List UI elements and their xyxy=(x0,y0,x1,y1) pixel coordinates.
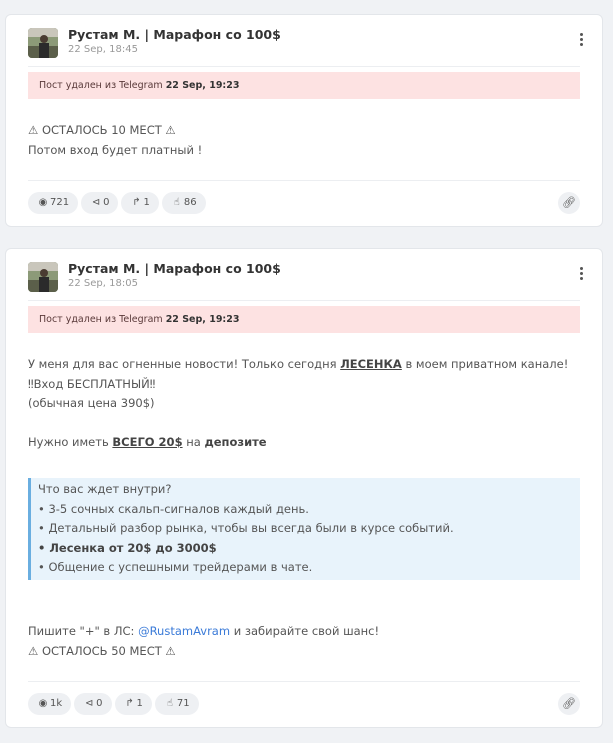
post-footer-text: Пишите "+" в ЛС: @RustamAvram и забирайт… xyxy=(28,622,582,661)
views-counter: ◉ 1k xyxy=(28,693,72,715)
text-fragment: У меня для вас огненные новости! Только … xyxy=(28,357,341,371)
forward-icon: ↱ xyxy=(132,197,141,208)
deleted-date: 22 Sep, 19:23 xyxy=(165,314,240,325)
text-fragment: на xyxy=(182,435,205,449)
divider xyxy=(28,180,580,181)
divider xyxy=(28,681,580,682)
emphasis-text: ЛЕСЕНКА xyxy=(340,357,402,371)
likes-counter: ☝ 86 xyxy=(161,192,206,214)
views-count: 1k xyxy=(50,698,63,709)
divider xyxy=(28,300,580,301)
text-fragment: в моем приватном канале! xyxy=(401,357,569,371)
post-stats: ◉ 1k ⊲ 0 ↱ 1 ☝ 71 xyxy=(28,693,202,715)
forwards-count: 1 xyxy=(136,698,143,709)
deleted-date: 22 Sep, 19:23 xyxy=(165,80,240,91)
quote-item: • Лесенка от 20$ до 3000$ xyxy=(38,540,217,555)
avatar[interactable] xyxy=(28,262,58,292)
eye-icon: ◉ xyxy=(38,197,48,208)
post-body: У меня для вас огненные новости! Только … xyxy=(28,355,582,453)
views-counter: ◉ 721 xyxy=(28,192,79,214)
thumbs-up-icon: ☝ xyxy=(166,698,173,709)
link-icon[interactable]: 🔗︎ xyxy=(558,192,580,214)
forward-icon: ↱ xyxy=(125,698,134,709)
post-header: Рустам М. | Марафон со 100$ 22 Sep, 18:0… xyxy=(28,261,588,292)
forwards-counter: ↱ 1 xyxy=(114,693,152,715)
post-time: 22 Sep, 18:45 xyxy=(68,44,138,55)
views-count: 721 xyxy=(50,197,70,208)
post-line: Пишите "+" в ЛС: @RustamAvram и забирайт… xyxy=(28,622,582,642)
shares-counter: ⊲ 0 xyxy=(81,192,119,214)
quote-item: • Детальный разбор рынка, чтобы вы всегд… xyxy=(38,521,454,535)
likes-counter: ☝ 71 xyxy=(154,693,199,715)
post-stats: ◉ 721 ⊲ 0 ↱ 1 ☝ 86 xyxy=(28,192,209,214)
blockquote: Что вас ждет внутри? • 3-5 сочных скальп… xyxy=(28,478,580,580)
quote-item: • Общение с успешными трейдерами в чате. xyxy=(38,560,313,574)
post-line: ‼Вход БЕСПЛАТНЫЙ‼ xyxy=(28,376,156,391)
post-line: Нужно иметь ВСЕГО 20$ на депозите xyxy=(28,433,582,453)
emphasis-text: ВСЕГО 20$ xyxy=(112,435,183,449)
bold-text: депозите xyxy=(204,435,267,449)
quote-title: Что вас ждет внутри? xyxy=(38,482,172,496)
post-line: (обычная цена 390$) xyxy=(28,396,155,410)
avatar[interactable] xyxy=(28,28,58,58)
shares-count: 0 xyxy=(103,197,110,208)
text-fragment: и забирайте свой шанс! xyxy=(230,624,380,638)
mention-link[interactable]: @RustamAvram xyxy=(138,624,230,638)
post-body: ⚠ ОСТАЛОСЬ 10 МЕСТ ⚠ Потом вход будет пл… xyxy=(28,121,582,160)
share-icon: ⊲ xyxy=(84,698,94,709)
text-fragment: Нужно иметь xyxy=(28,435,113,449)
author-name[interactable]: Рустам М. | Марафон со 100$ xyxy=(68,27,281,42)
eye-icon: ◉ xyxy=(38,698,48,709)
quote-item: • 3-5 сочных скальп-сигналов каждый день… xyxy=(38,501,309,516)
likes-count: 71 xyxy=(176,698,190,709)
post-line: У меня для вас огненные новости! Только … xyxy=(28,355,582,375)
thumbs-up-icon: ☝ xyxy=(173,197,180,208)
more-vertical-icon[interactable] xyxy=(580,267,584,281)
post-line: Потом вход будет платный ! xyxy=(28,142,203,157)
share-icon: ⊲ xyxy=(91,197,101,208)
text-fragment: Пишите "+" в ЛС: xyxy=(28,624,139,638)
deleted-notice: Пост удален из Telegram 22 Sep, 19:23 xyxy=(28,306,580,333)
deleted-notice-text: Пост удален из Telegram xyxy=(39,314,166,325)
post-line: ⚠ ОСТАЛОСЬ 10 МЕСТ ⚠ xyxy=(28,123,176,137)
likes-count: 86 xyxy=(183,197,197,208)
more-vertical-icon[interactable] xyxy=(580,33,584,47)
post-line: ⚠ ОСТАЛОСЬ 50 МЕСТ ⚠ xyxy=(28,643,176,658)
link-icon[interactable]: 🔗︎ xyxy=(558,693,580,715)
post-header: Рустам М. | Марафон со 100$ 22 Sep, 18:4… xyxy=(28,27,588,58)
forwards-counter: ↱ 1 xyxy=(121,192,159,214)
forwards-count: 1 xyxy=(143,197,150,208)
author-name[interactable]: Рустам М. | Марафон со 100$ xyxy=(68,261,281,276)
deleted-notice: Пост удален из Telegram 22 Sep, 19:23 xyxy=(28,72,580,99)
deleted-notice-text: Пост удален из Telegram xyxy=(39,80,166,91)
divider xyxy=(28,66,580,67)
post-card: Рустам М. | Марафон со 100$ 22 Sep, 18:4… xyxy=(5,14,603,227)
post-card: Рустам М. | Марафон со 100$ 22 Sep, 18:0… xyxy=(5,248,603,728)
shares-counter: ⊲ 0 xyxy=(74,693,112,715)
post-time: 22 Sep, 18:05 xyxy=(68,278,138,289)
shares-count: 0 xyxy=(96,698,103,709)
